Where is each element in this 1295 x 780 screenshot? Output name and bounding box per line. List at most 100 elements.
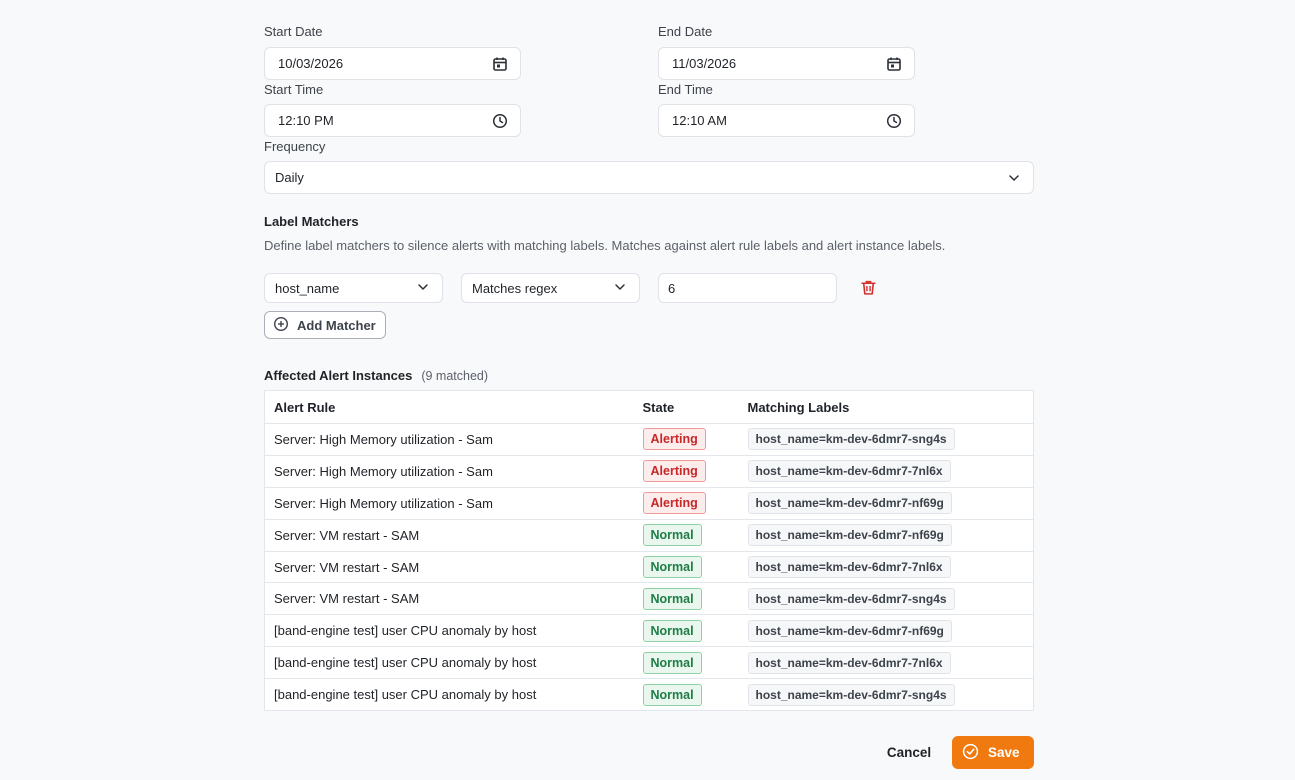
matching-labels-cell: host_name=km-dev-6dmr7-sng4s: [738, 582, 1034, 615]
alert-rule-cell: Server: High Memory utilization - Sam: [264, 454, 634, 488]
matching-labels-cell: host_name=km-dev-6dmr7-7nl6x: [738, 454, 1034, 488]
matching-labels-cell: host_name=km-dev-6dmr7-sng4s: [738, 678, 1034, 711]
matcher-operator-select[interactable]: Matches regex: [461, 273, 640, 303]
affected-count: (9 matched): [421, 369, 489, 383]
label-chip: host_name=km-dev-6dmr7-nf69g: [747, 619, 952, 642]
status-badge: Normal: [642, 651, 702, 674]
matching-labels-cell: host_name=km-dev-6dmr7-nf69g: [738, 486, 1034, 520]
label-chip: host_name=km-dev-6dmr7-7nl6x: [747, 556, 951, 578]
matching-labels-cell: host_name=km-dev-6dmr7-7nl6x: [738, 550, 1034, 583]
state-cell: Normal: [633, 678, 739, 711]
matcher-value: 6: [668, 280, 676, 296]
end-date-input[interactable]: 11/03/2026: [658, 47, 915, 80]
start-time-label: Start Time: [264, 82, 324, 97]
calendar-icon[interactable]: [492, 56, 508, 72]
end-date-label: End Date: [658, 24, 713, 39]
start-time-input[interactable]: 12:10 PM: [264, 104, 521, 137]
label-chip: host_name=km-dev-6dmr7-7nl6x: [747, 460, 951, 483]
matching-labels-cell: host_name=km-dev-6dmr7-nf69g: [738, 518, 1034, 552]
table-row: Server: High Memory utilization - Sam Ale…: [264, 454, 1034, 488]
table-row: [band-engine test] user CPU anomaly by h…: [264, 614, 1034, 647]
state-cell: Normal: [633, 550, 739, 583]
cancel-button[interactable]: Cancel: [876, 736, 942, 768]
table-header-row: Alert Rule State Matching Labels: [264, 390, 1034, 424]
status-badge: Normal: [642, 683, 702, 706]
matching-labels-cell: host_name=km-dev-6dmr7-sng4s: [738, 423, 1034, 456]
alert-rule-cell: Server: High Memory utilization - Sam: [264, 486, 634, 520]
table-row: Server: VM restart - SAM Normal host_name=…: [264, 582, 1034, 615]
frequency-label: Frequency: [264, 139, 326, 154]
table-row: Server: High Memory utilization - Sam Ale…: [264, 486, 1034, 520]
delete-matcher-button[interactable]: [860, 279, 877, 301]
state-cell: Normal: [633, 614, 739, 647]
matching-labels-cell: host_name=km-dev-6dmr7-7nl6x: [738, 646, 1034, 679]
label-matchers-description: Define label matchers to silence alerts …: [264, 238, 946, 253]
alert-rule-cell: [band-engine test] user CPU anomaly by h…: [264, 614, 634, 647]
calendar-icon[interactable]: [886, 56, 902, 72]
column-header-state: State: [633, 390, 739, 424]
status-badge: Alerting: [642, 460, 706, 483]
table-row: Server: High Memory utilization - Sam Ale…: [264, 423, 1034, 456]
start-time-value: 12:10 PM: [278, 113, 334, 128]
status-badge: Alerting: [642, 428, 706, 451]
column-header-matching-labels: Matching Labels: [738, 390, 1034, 424]
frequency-value: Daily: [275, 170, 304, 185]
state-cell: Alerting: [633, 454, 739, 488]
status-badge: Alerting: [642, 492, 706, 515]
affected-alerts-table: Alert Rule State Matching Labels Server:…: [264, 390, 1034, 712]
status-badge: Normal: [642, 556, 702, 578]
clock-icon[interactable]: [886, 113, 902, 129]
table-row: Server: VM restart - SAM Normal host_name=…: [264, 550, 1034, 583]
save-label: Save: [988, 745, 1020, 760]
state-cell: Normal: [633, 582, 739, 615]
start-date-value: 10/03/2026: [278, 56, 344, 71]
trash-icon: [860, 280, 877, 300]
clock-icon[interactable]: [492, 113, 508, 129]
label-matchers-title: Label Matchers: [264, 214, 359, 229]
check-circle-icon: [962, 743, 979, 763]
start-date-label: Start Date: [264, 24, 323, 39]
save-button[interactable]: Save: [952, 736, 1034, 769]
status-badge: Normal: [642, 619, 702, 642]
status-badge: Normal: [642, 587, 702, 610]
alert-rule-cell: Server: High Memory utilization - Sam: [264, 423, 634, 456]
matcher-value-input[interactable]: 6: [658, 273, 837, 303]
end-date-value: 11/03/2026: [672, 56, 737, 71]
add-matcher-button[interactable]: Add Matcher: [264, 311, 386, 339]
chevron-down-icon: [416, 280, 430, 297]
label-chip: host_name=km-dev-6dmr7-sng4s: [747, 428, 955, 451]
matcher-operator-value: Matches regex: [472, 280, 558, 296]
column-header-alert-rule: Alert Rule: [264, 390, 634, 424]
plus-circle-icon: [273, 316, 289, 335]
end-time-label: End Time: [658, 82, 713, 97]
end-time-value: 12:10 AM: [672, 113, 727, 128]
label-chip: host_name=km-dev-6dmr7-sng4s: [747, 587, 955, 610]
label-chip: host_name=km-dev-6dmr7-7nl6x: [747, 651, 951, 674]
state-cell: Normal: [633, 646, 739, 679]
frequency-select[interactable]: Daily: [264, 161, 1034, 194]
table-row: [band-engine test] user CPU anomaly by h…: [264, 646, 1034, 679]
state-cell: Alerting: [633, 423, 739, 456]
alert-rule-cell: [band-engine test] user CPU anomaly by h…: [264, 646, 634, 679]
affected-header: Affected Alert Instances (9 matched): [264, 368, 488, 383]
affected-title: Affected Alert Instances: [264, 368, 413, 383]
alert-rule-cell: Server: VM restart - SAM: [264, 550, 634, 583]
state-cell: Alerting: [633, 486, 739, 520]
chevron-down-icon: [613, 280, 627, 297]
label-chip: host_name=km-dev-6dmr7-nf69g: [747, 492, 952, 515]
chevron-down-icon: [1007, 171, 1021, 185]
add-matcher-label: Add Matcher: [297, 317, 376, 333]
matching-labels-cell: host_name=km-dev-6dmr7-nf69g: [738, 614, 1034, 647]
state-cell: Normal: [633, 518, 739, 552]
label-chip: host_name=km-dev-6dmr7-sng4s: [747, 683, 955, 706]
matcher-label-select[interactable]: host_name: [264, 273, 443, 303]
alert-rule-cell: [band-engine test] user CPU anomaly by h…: [264, 678, 634, 711]
end-time-input[interactable]: 12:10 AM: [658, 104, 915, 137]
table-row: Server: VM restart - SAM Normal host_name=…: [264, 518, 1034, 552]
status-badge: Normal: [642, 524, 702, 547]
start-date-input[interactable]: 10/03/2026: [264, 47, 521, 80]
matcher-label-value: host_name: [275, 280, 340, 296]
alert-rule-cell: Server: VM restart - SAM: [264, 582, 634, 615]
label-chip: host_name=km-dev-6dmr7-nf69g: [747, 524, 952, 547]
table-row: [band-engine test] user CPU anomaly by h…: [264, 678, 1034, 711]
